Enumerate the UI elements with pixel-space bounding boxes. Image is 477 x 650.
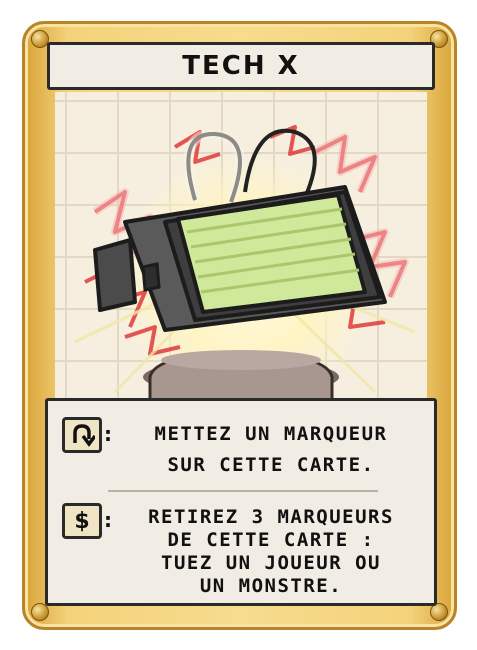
colon: :: [104, 508, 112, 532]
ability-2-text: RETIREZ 3 MARQUEURS DE CETTE CARTE : TUE…: [112, 506, 430, 598]
card-title: TECH X: [182, 51, 300, 81]
dollar-icon: $: [62, 503, 102, 539]
ability-text-box: : METTEZ UN MARQUEUR SUR CETTE CARTE. $ …: [45, 398, 437, 606]
ability-2-line: RETIREZ 3 MARQUEURS: [148, 506, 394, 528]
ability-1-text: METTEZ UN MARQUEUR SUR CETTE CARTE.: [112, 423, 430, 477]
title-banner: TECH X: [47, 42, 435, 90]
ability-1-line: METTEZ UN MARQUEUR: [154, 423, 388, 445]
ability-2-line: TUEZ UN JOUEUR OU: [161, 552, 381, 574]
ability-2-line: UN MONSTRE.: [199, 575, 343, 597]
card-artwork: [55, 92, 427, 404]
ability-divider: [108, 490, 378, 492]
dollar-glyph: $: [74, 508, 90, 534]
ability-1-line: SUR CETTE CARTE.: [167, 454, 375, 476]
tech-x-illustration: [74, 125, 416, 404]
ability-2-line: DE CETTE CARTE :: [167, 529, 375, 551]
tap-arrow-icon: [62, 417, 102, 453]
colon: :: [104, 422, 112, 446]
